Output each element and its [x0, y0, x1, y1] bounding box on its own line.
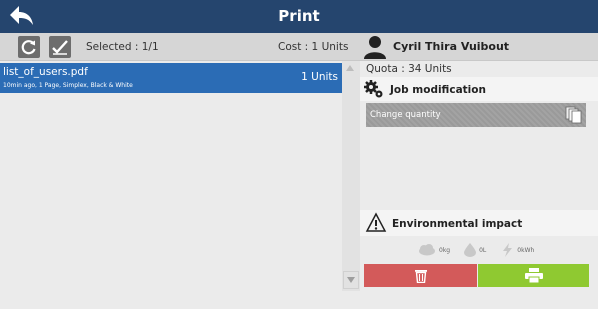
job-modification-header: Job modification	[360, 77, 598, 101]
header-bar: Print	[0, 0, 598, 33]
job-list: list_of_users.pdf 10min ago, 1 Page, Sim…	[0, 61, 342, 309]
job-details: 10min ago, 1 Page, Simplex, Black & Whit…	[3, 82, 133, 89]
co2-icon	[419, 244, 435, 256]
job-modification-title: Job modification	[390, 84, 486, 96]
job-name: list_of_users.pdf	[3, 66, 88, 78]
trash-icon	[414, 270, 427, 283]
job-units: 1 Units	[301, 71, 338, 83]
water-stat: 0L	[464, 243, 486, 257]
refresh-icon	[21, 40, 36, 55]
environmental-impact-header: Environmental impact	[360, 210, 598, 236]
gears-icon	[364, 80, 383, 98]
total-cost: Cost : 1 Units	[278, 41, 349, 53]
refresh-button[interactable]	[18, 36, 40, 58]
environment-icon	[365, 212, 387, 232]
pages-icon	[565, 106, 582, 124]
print-button[interactable]	[478, 264, 589, 287]
co2-value: 0kg	[439, 246, 451, 254]
delete-button[interactable]	[364, 264, 477, 287]
scroll-up-icon[interactable]	[346, 65, 354, 71]
selected-count: Selected : 1/1	[86, 41, 159, 53]
user-name: Cyril Thira Vuibout	[393, 40, 510, 53]
change-quantity-label: Change quantity	[370, 110, 441, 120]
environmental-stats: 0kg 0L 0kWh	[418, 239, 548, 261]
water-drop-icon	[464, 243, 477, 257]
quota-label: Quota : 34 Units	[366, 63, 452, 75]
job-row[interactable]: list_of_users.pdf 10min ago, 1 Page, Sim…	[0, 63, 342, 93]
job-list-scrollbar[interactable]	[342, 61, 360, 291]
scroll-down-icon	[347, 277, 355, 283]
back-button[interactable]	[8, 4, 36, 28]
page-title: Print	[278, 7, 320, 25]
scroll-down-button[interactable]	[343, 271, 359, 289]
co2-stat: 0kg	[418, 244, 450, 256]
toolbar: Selected : 1/1 Cost : 1 Units Cyril Thir…	[0, 33, 598, 61]
back-arrow-icon	[10, 6, 33, 25]
energy-stat: 0kWh	[500, 243, 534, 257]
lightning-icon	[503, 243, 513, 257]
energy-value: 0kWh	[517, 246, 535, 254]
environmental-impact-title: Environmental impact	[392, 218, 523, 230]
select-all-button[interactable]	[49, 36, 71, 58]
print-app: Print Selected : 1/1 Cost : 1 Units Cyri	[0, 0, 598, 309]
change-quantity-button[interactable]: Change quantity	[366, 103, 586, 127]
check-all-icon	[52, 40, 68, 55]
water-value: 0L	[479, 246, 487, 254]
job-details-panel: Quota : 34 Units Job modification Change…	[360, 61, 598, 291]
user-icon	[364, 36, 386, 59]
printer-icon	[524, 268, 543, 283]
